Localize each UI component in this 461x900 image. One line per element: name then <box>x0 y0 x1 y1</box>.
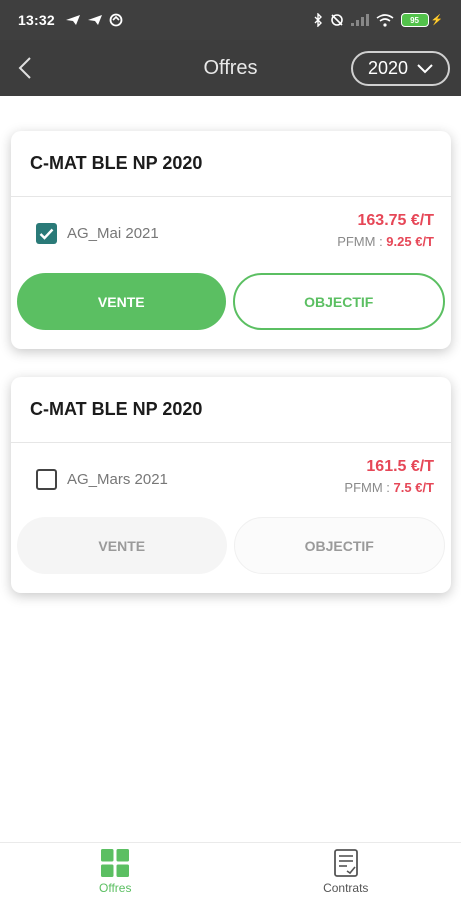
battery-level: 95 <box>400 13 429 27</box>
price-block: 161.5 €/T PFMM : 7.5 €/T <box>344 458 434 495</box>
status-right-icons: 95 ⚡ <box>314 13 443 27</box>
offer-row: AG_Mai 2021 163.75 €/T PFMM : 9.25 €/T <box>11 197 451 273</box>
offer-card-title: C-MAT BLE NP 2020 <box>11 131 451 197</box>
chevron-down-icon <box>417 63 433 73</box>
card-actions: VENTE OBJECTIF <box>17 273 445 330</box>
year-select[interactable]: 2020 <box>351 51 450 86</box>
offer-checkbox-wrap[interactable]: AG_Mai 2021 <box>36 223 159 244</box>
offer-label: AG_Mai 2021 <box>67 225 159 242</box>
objectif-button[interactable]: OBJECTIF <box>233 517 445 574</box>
pfmm-label: PFMM : <box>344 480 394 495</box>
offer-price: 161.5 €/T <box>366 458 434 475</box>
check-icon <box>39 228 54 240</box>
offer-label: AG_Mars 2021 <box>67 471 168 488</box>
bottom-nav: Offres Contrats <box>0 842 461 900</box>
signal-icon <box>350 14 369 26</box>
offer-card: C-MAT BLE NP 2020 AG_Mai 2021 163.75 €/T… <box>11 131 451 349</box>
year-select-value: 2020 <box>367 58 409 78</box>
sync-icon <box>109 13 123 27</box>
bluetooth-icon <box>314 13 322 27</box>
nav-item-offres[interactable]: Offres <box>0 843 231 900</box>
offer-checkbox[interactable] <box>36 223 57 244</box>
contract-icon <box>333 849 358 877</box>
do-not-disturb-icon <box>330 14 343 26</box>
nav-label-offres: Offres <box>99 881 132 895</box>
status-left-icons <box>65 13 123 27</box>
card-actions: VENTE OBJECTIF <box>17 517 445 574</box>
charging-icon: ⚡ <box>430 14 443 26</box>
wifi-icon <box>376 13 394 27</box>
vente-button[interactable]: VENTE <box>17 273 226 330</box>
status-bar: 13:32 95 ⚡ <box>0 0 461 40</box>
send-icon <box>65 15 80 25</box>
price-block: 163.75 €/T PFMM : 9.25 €/T <box>337 212 434 249</box>
pfmm-line: PFMM : 7.5 €/T <box>344 480 434 495</box>
offer-row: AG_Mars 2021 161.5 €/T PFMM : 7.5 €/T <box>11 443 451 519</box>
vente-button[interactable]: VENTE <box>17 517 227 574</box>
pfmm-line: PFMM : 9.25 €/T <box>337 234 434 249</box>
nav-label-contrats: Contrats <box>323 881 369 895</box>
nav-item-contrats[interactable]: Contrats <box>231 843 461 900</box>
battery-icon: 95 ⚡ <box>400 13 443 27</box>
app-header: Offres 2020 <box>0 40 461 96</box>
grid-icon <box>101 849 130 877</box>
offer-checkbox[interactable] <box>36 469 57 490</box>
objectif-button[interactable]: OBJECTIF <box>232 273 445 330</box>
offer-card: C-MAT BLE NP 2020 AG_Mars 2021 161.5 €/T… <box>11 377 451 593</box>
send-icon <box>87 15 102 25</box>
offer-checkbox-wrap[interactable]: AG_Mars 2021 <box>36 469 168 490</box>
offer-card-title: C-MAT BLE NP 2020 <box>11 377 451 443</box>
pfmm-value: 7.5 €/T <box>393 480 434 495</box>
pfmm-value: 9.25 €/T <box>386 234 434 249</box>
pfmm-label: PFMM : <box>337 234 387 249</box>
status-time: 13:32 <box>18 12 55 28</box>
offer-price: 163.75 €/T <box>357 212 435 229</box>
